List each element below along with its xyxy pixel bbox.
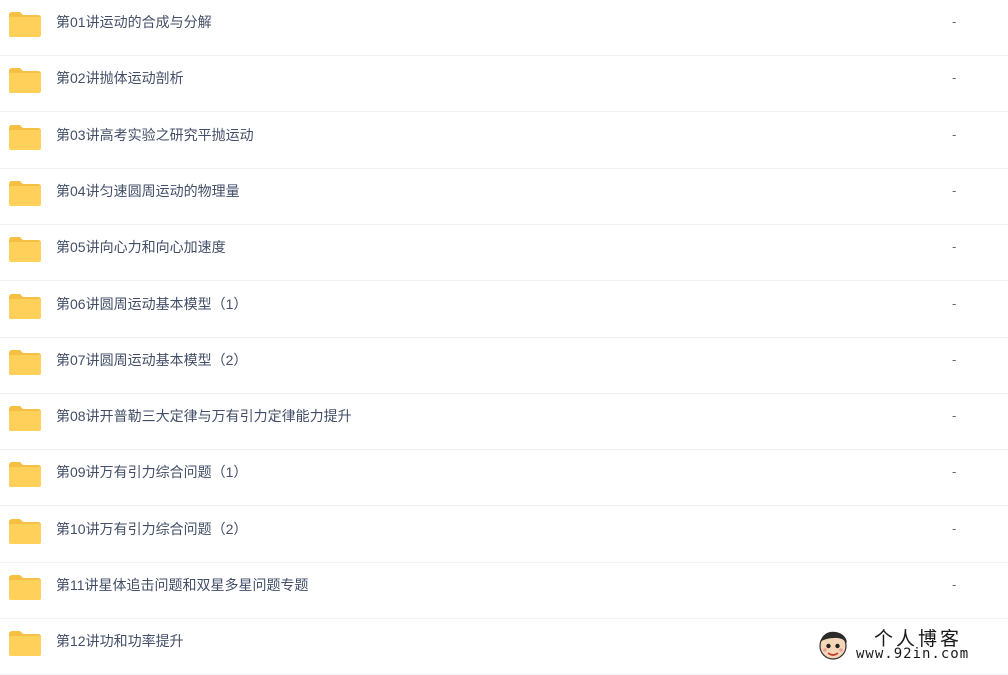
file-row[interactable]: 第10讲万有引力综合问题（2） - <box>0 507 1008 563</box>
folder-icon <box>9 12 41 37</box>
file-row[interactable]: 第04讲匀速圆周运动的物理量 - <box>0 169 1008 225</box>
file-row[interactable]: 第05讲向心力和向心加速度 - <box>0 225 1008 282</box>
file-size: - <box>952 126 957 142</box>
folder-icon <box>9 518 41 544</box>
file-row[interactable]: 第11讲星体追击问题和双星多星问题专题 - <box>0 563 1008 619</box>
file-row[interactable]: 第02讲抛体运动剖析 - <box>0 56 1008 113</box>
file-name[interactable]: 第02讲抛体运动剖析 <box>56 56 184 100</box>
file-size: - <box>952 70 957 86</box>
folder-icon <box>9 293 41 319</box>
file-size: - <box>952 577 957 592</box>
file-name[interactable]: 第10讲万有引力综合问题（2） <box>56 507 247 551</box>
file-name[interactable]: 第03讲高考实验之研究平抛运动 <box>56 113 254 157</box>
file-size: - <box>952 182 957 198</box>
file-row[interactable]: 第03讲高考实验之研究平抛运动 - <box>0 113 1008 169</box>
folder-icon <box>9 575 41 600</box>
file-row[interactable]: 第08讲开普勒三大定律与万有引力定律能力提升 - <box>0 394 1008 451</box>
file-name[interactable]: 第04讲匀速圆周运动的物理量 <box>56 169 240 213</box>
file-size: - <box>952 464 957 480</box>
folder-icon <box>9 631 41 657</box>
file-row[interactable]: 第07讲圆周运动基本模型（2） - <box>0 338 1008 394</box>
file-name[interactable]: 第07讲圆周运动基本模型（2） <box>56 338 247 382</box>
file-size: - <box>952 408 957 424</box>
file-row[interactable]: 第01讲运动的合成与分解 - <box>0 0 1008 56</box>
file-size: - <box>952 351 957 367</box>
folder-icon <box>9 124 41 150</box>
avatar-icon <box>819 631 847 660</box>
file-row[interactable]: 第06讲圆周运动基本模型（1） - <box>0 282 1008 338</box>
file-size: - <box>952 14 957 29</box>
file-name[interactable]: 第09讲万有引力综合问题（1） <box>56 450 247 494</box>
file-name[interactable]: 第12讲功和功率提升 <box>56 619 184 663</box>
file-size: - <box>952 239 957 255</box>
blog-watermark: 个人博客 www.92in.com <box>812 622 1006 666</box>
file-row[interactable]: 第09讲万有引力综合问题（1） - <box>0 450 1008 507</box>
file-name[interactable]: 第01讲运动的合成与分解 <box>56 0 212 44</box>
file-list: 第01讲运动的合成与分解 - 第02讲抛体运动剖析 - 第03讲高考实验之研究平抛运动 -… <box>0 0 1008 675</box>
file-size: - <box>952 520 957 536</box>
folder-icon <box>9 406 41 432</box>
file-name[interactable]: 第05讲向心力和向心加速度 <box>56 225 226 269</box>
file-name[interactable]: 第06讲圆周运动基本模型（1） <box>56 282 247 326</box>
file-size: - <box>952 295 957 311</box>
file-name[interactable]: 第11讲星体追击问题和双星多星问题专题 <box>56 563 309 607</box>
folder-icon <box>9 462 41 488</box>
folder-icon <box>9 349 41 375</box>
folder-icon <box>9 180 41 206</box>
watermark-url: www.92in.com <box>856 646 970 662</box>
folder-icon <box>9 68 41 94</box>
folder-icon <box>9 237 41 263</box>
file-name[interactable]: 第08讲开普勒三大定律与万有引力定律能力提升 <box>56 394 352 438</box>
